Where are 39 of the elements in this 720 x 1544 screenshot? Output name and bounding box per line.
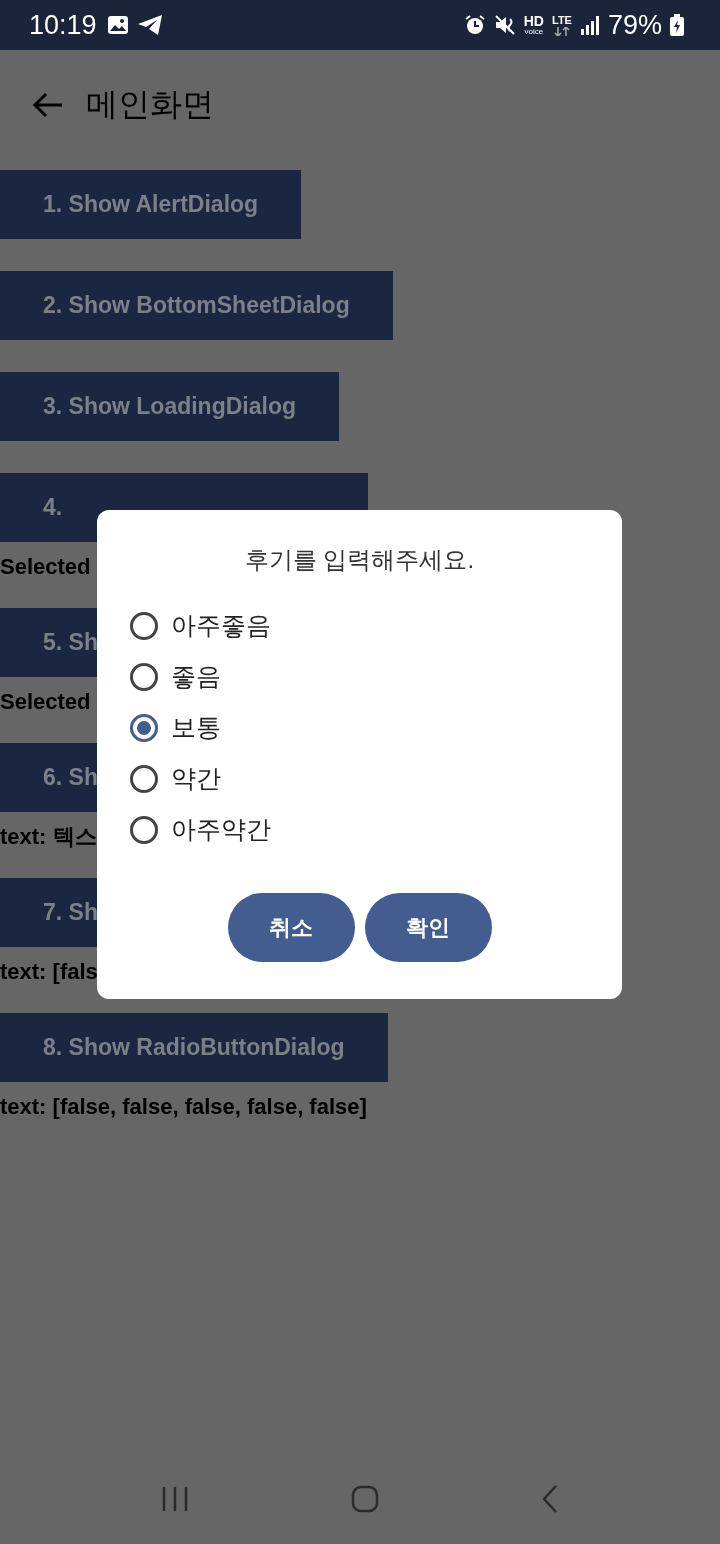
result-text: Selected xyxy=(0,553,91,581)
alarm-icon xyxy=(463,14,486,36)
screen-title: 메인화면 xyxy=(86,85,214,124)
dialog-title: 후기를 입력해주세요. xyxy=(243,545,476,575)
lte-label: LTE xyxy=(552,14,572,26)
option-label[interactable]: 아주좋음 xyxy=(171,609,271,642)
recent-apps-icon[interactable] xyxy=(161,1486,189,1512)
dialog-action-button[interactable]: 취소 xyxy=(227,893,355,962)
option-label[interactable]: 좋음 xyxy=(171,660,221,693)
back-arrow-icon[interactable] xyxy=(32,91,64,119)
data-arrows-icon xyxy=(553,26,570,36)
muted-speaker-icon xyxy=(493,14,516,36)
result-text: Selected xyxy=(0,688,91,716)
radio-button[interactable] xyxy=(130,662,158,691)
result-text: text: [fals xyxy=(0,958,98,986)
image-icon xyxy=(106,15,129,35)
dialog-button[interactable]: 3. Show LoadingDialog xyxy=(0,372,339,441)
clock-time: 10:19 xyxy=(29,9,97,41)
option-label[interactable]: 아주약간 xyxy=(171,813,271,846)
home-icon[interactable] xyxy=(351,1485,379,1513)
dialog-action-button[interactable]: 확인 xyxy=(364,893,492,962)
radio-button[interactable] xyxy=(130,815,158,844)
voice-label: voice xyxy=(524,28,544,36)
battery-percent: 79% xyxy=(607,9,662,41)
option-label[interactable]: 약간 xyxy=(171,762,221,795)
radio-button[interactable] xyxy=(130,713,158,742)
dialog-button[interactable]: 1. Show AlertDialog xyxy=(0,170,302,239)
radio-button[interactable] xyxy=(130,611,158,640)
result-text: text: [false, false, false, false, false] xyxy=(0,1093,367,1121)
dialog-button[interactable]: 2. Show BottomSheetDialog xyxy=(0,271,393,340)
dialog-button[interactable]: 8. Show RadioButtonDialog xyxy=(0,1013,388,1082)
result-text: text: 텍스 xyxy=(0,823,97,851)
option-label[interactable]: 보통 xyxy=(171,711,221,744)
paper-plane-icon xyxy=(136,14,163,36)
back-icon[interactable] xyxy=(541,1484,559,1514)
charging-battery-icon xyxy=(670,14,684,36)
radio-button[interactable] xyxy=(130,764,158,793)
hd-label: HD xyxy=(523,14,544,28)
signal-icon xyxy=(579,15,600,35)
